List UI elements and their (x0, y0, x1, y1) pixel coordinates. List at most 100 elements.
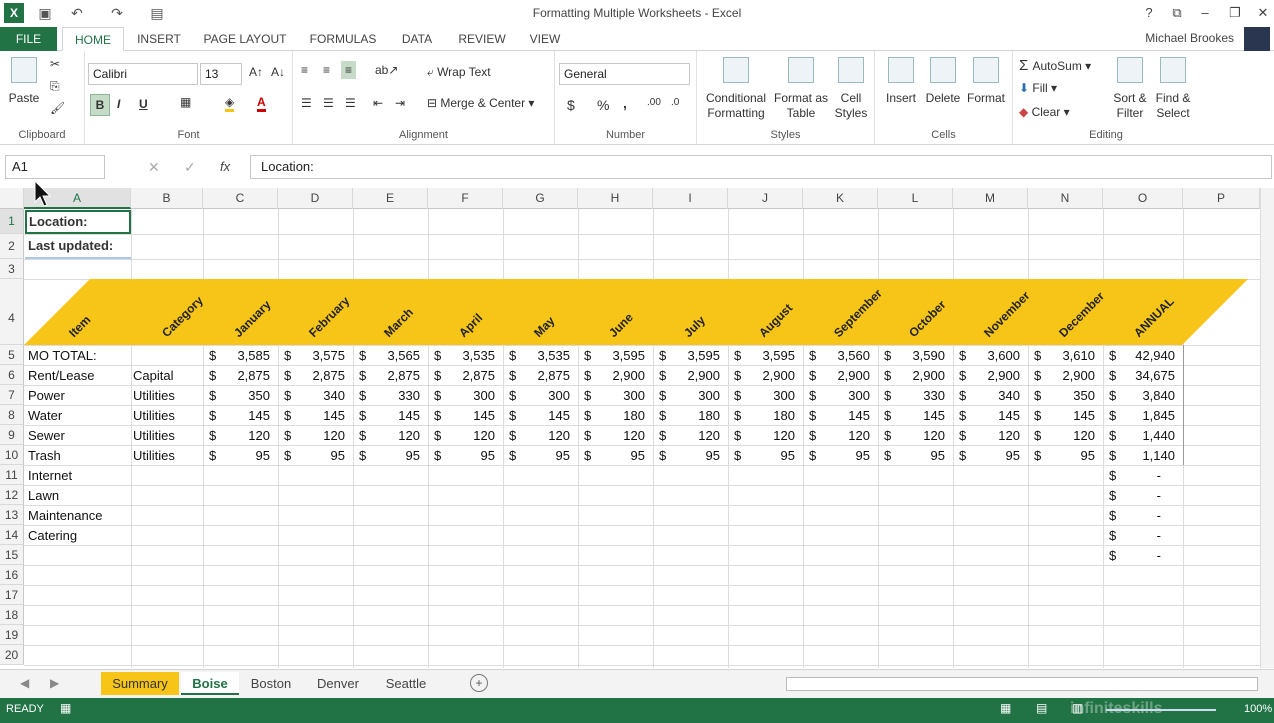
value-cell[interactable]: 95 (653, 448, 720, 463)
column-header-h[interactable]: H (578, 188, 653, 209)
format-as-table-button[interactable]: Format as Table (773, 57, 829, 121)
item-cell[interactable]: Catering (28, 528, 77, 543)
value-cell[interactable]: 340 (278, 388, 345, 403)
value-cell[interactable]: 3,610 (1028, 348, 1095, 363)
value-cell[interactable]: 120 (428, 428, 495, 443)
column-header-b[interactable]: B (131, 188, 203, 209)
item-cell[interactable]: Rent/Lease (28, 368, 95, 383)
value-cell[interactable]: 145 (278, 408, 345, 423)
column-header-n[interactable]: N (1028, 188, 1103, 209)
autosum-button[interactable]: Σ AutoSum ▾ (1019, 57, 1091, 74)
sheet-tab-boise[interactable]: Boise (181, 672, 239, 695)
value-cell[interactable]: 350 (203, 388, 270, 403)
decrease-decimal-icon[interactable]: .0 (671, 97, 679, 108)
value-cell[interactable]: 120 (653, 428, 720, 443)
column-header-k[interactable]: K (803, 188, 878, 209)
cut-icon[interactable]: ✂ (50, 57, 60, 71)
value-cell[interactable]: 2,900 (878, 368, 945, 383)
value-cell[interactable]: 145 (203, 408, 270, 423)
value-cell[interactable]: 2,875 (278, 368, 345, 383)
value-cell[interactable]: 3,600 (953, 348, 1020, 363)
new-sheet-icon[interactable]: + (470, 674, 488, 692)
category-cell[interactable]: Utilities (133, 388, 175, 403)
wrap-text-button[interactable]: ⤶ Wrap Text (427, 65, 491, 80)
value-cell[interactable]: 340 (953, 388, 1020, 403)
formula-input[interactable]: Location: (250, 155, 1272, 179)
value-cell[interactable]: 95 (428, 448, 495, 463)
value-cell[interactable]: 3,535 (428, 348, 495, 363)
column-header-e[interactable]: E (353, 188, 428, 209)
category-cell[interactable]: Utilities (133, 428, 175, 443)
tab-home[interactable]: HOME (62, 27, 124, 52)
grow-font-icon[interactable]: A↑ (249, 65, 263, 79)
align-left-icon[interactable]: ☰ (301, 96, 312, 110)
category-cell[interactable]: Capital (133, 368, 173, 383)
item-cell[interactable]: Trash (28, 448, 61, 463)
row-header-9[interactable]: 9 (0, 425, 24, 445)
fill-button[interactable]: ⬇ Fill ▾ (1019, 81, 1057, 95)
minimize-icon[interactable]: – (1190, 2, 1220, 24)
macro-record-icon[interactable]: ▦ (60, 701, 71, 715)
decrease-indent-icon[interactable]: ⇤ (373, 96, 383, 110)
value-cell[interactable]: 145 (953, 408, 1020, 423)
value-cell[interactable]: 120 (278, 428, 345, 443)
horizontal-scrollbar[interactable] (786, 677, 1258, 691)
value-cell[interactable]: 145 (503, 408, 570, 423)
sheet-tab-seattle[interactable]: Seattle (374, 672, 438, 695)
value-cell[interactable]: 3,590 (878, 348, 945, 363)
borders-icon[interactable]: ▦ (180, 95, 191, 109)
value-cell[interactable]: 3,560 (803, 348, 870, 363)
row-header-3[interactable]: 3 (0, 259, 24, 279)
zoom-level[interactable]: 100% (1244, 703, 1272, 715)
value-cell[interactable]: 120 (953, 428, 1020, 443)
tab-view[interactable]: VIEW (522, 27, 568, 51)
value-cell[interactable]: 2,875 (203, 368, 270, 383)
value-cell[interactable]: 3,585 (203, 348, 270, 363)
ribbon-display-icon[interactable]: ⧉ (1162, 2, 1192, 24)
name-box[interactable]: A1 (5, 155, 105, 179)
annual-cell[interactable]: 1,440 (1103, 428, 1175, 443)
annual-cell[interactable]: 3,840 (1103, 388, 1175, 403)
normal-view-icon[interactable]: ▦ (1000, 701, 1011, 715)
row-header-16[interactable]: 16 (0, 565, 24, 585)
category-cell[interactable]: Utilities (133, 408, 175, 423)
align-center-icon[interactable]: ☰ (323, 96, 334, 110)
avatar[interactable] (1244, 27, 1270, 51)
row-header-6[interactable]: 6 (0, 365, 24, 385)
value-cell[interactable]: 120 (803, 428, 870, 443)
value-cell[interactable]: 300 (578, 388, 645, 403)
column-header-c[interactable]: C (203, 188, 278, 209)
italic-button[interactable]: I (117, 97, 120, 111)
value-cell[interactable]: 120 (353, 428, 420, 443)
page-layout-view-icon[interactable]: ▤ (1036, 701, 1047, 715)
clear-button[interactable]: ◆ Clear ▾ (1019, 105, 1070, 119)
comma-button[interactable]: , (623, 95, 627, 111)
column-header-j[interactable]: J (728, 188, 803, 209)
paste-button[interactable]: Paste (6, 57, 42, 106)
value-cell[interactable]: 300 (728, 388, 795, 403)
prev-sheet-icon[interactable]: ◀ (20, 676, 29, 690)
align-middle-icon[interactable]: ≡ (323, 63, 330, 77)
annual-cell[interactable]: - (1103, 488, 1161, 503)
row-header-19[interactable]: 19 (0, 625, 24, 645)
item-cell[interactable]: Internet (28, 468, 72, 483)
delete-cells-button[interactable]: Delete (923, 57, 963, 106)
cell-a1[interactable]: Location: (25, 210, 131, 234)
value-cell[interactable]: 2,900 (803, 368, 870, 383)
row-header-20[interactable]: 20 (0, 645, 24, 665)
find-select-button[interactable]: Find & Select (1153, 57, 1193, 121)
sheet-tab-denver[interactable]: Denver (304, 672, 372, 695)
user-name[interactable]: Michael Brookes (1145, 31, 1234, 45)
font-name-select[interactable]: Calibri (88, 63, 198, 85)
item-cell[interactable]: Maintenance (28, 508, 102, 523)
item-cell[interactable]: Sewer (28, 428, 65, 443)
value-cell[interactable]: 2,900 (1028, 368, 1095, 383)
sort-filter-button[interactable]: Sort & Filter (1111, 57, 1149, 121)
shrink-font-icon[interactable]: A↓ (271, 65, 285, 79)
sheet-tab-boston[interactable]: Boston (240, 672, 302, 695)
column-header-g[interactable]: G (503, 188, 578, 209)
value-cell[interactable]: 145 (803, 408, 870, 423)
value-cell[interactable]: 120 (878, 428, 945, 443)
align-right-icon[interactable]: ☰ (345, 96, 356, 110)
tab-data[interactable]: DATA (392, 27, 442, 51)
